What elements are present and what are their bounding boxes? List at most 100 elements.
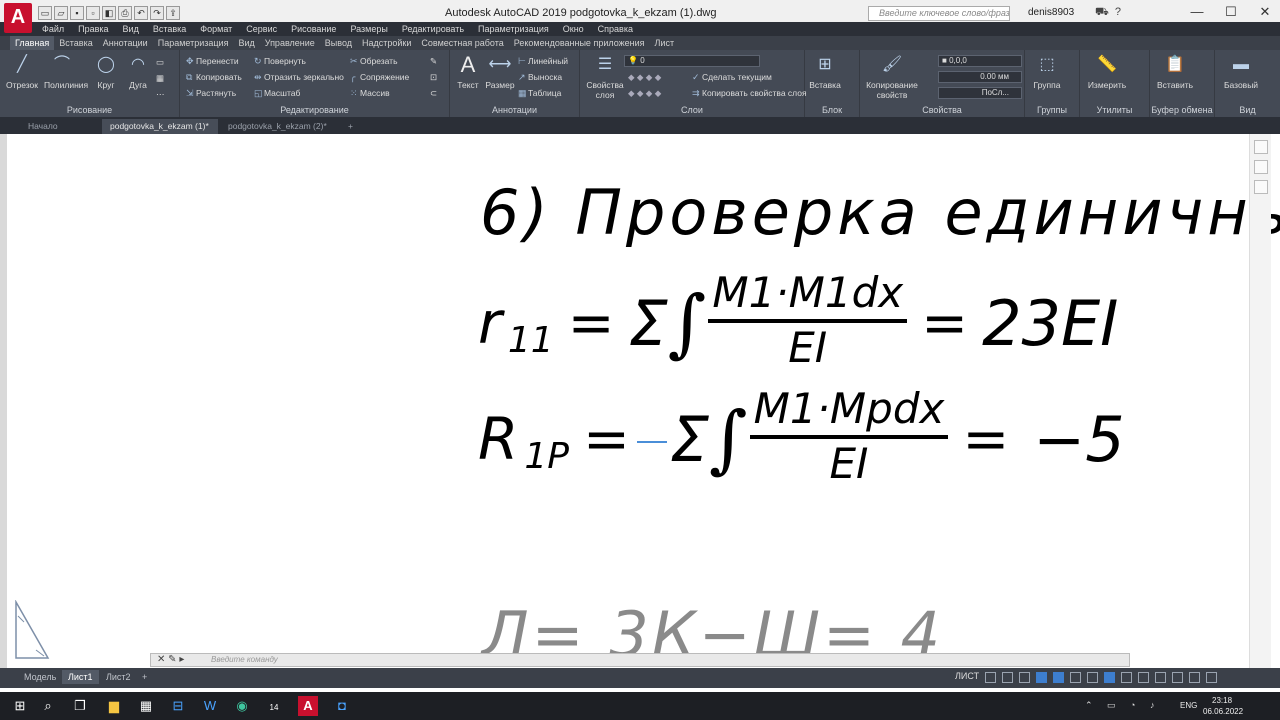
ribbon-tab-4[interactable]: Вид — [233, 36, 259, 50]
make-current-button[interactable]: ✓ Сделать текущим — [692, 71, 772, 83]
menu-item-11[interactable]: Справка — [598, 22, 633, 36]
menu-item-2[interactable]: Вид — [123, 22, 139, 36]
menu-item-4[interactable]: Формат — [200, 22, 232, 36]
autocad-taskbar-icon[interactable]: A — [298, 696, 318, 716]
linetype-select[interactable]: ПоСл... — [938, 87, 1022, 99]
search-input[interactable]: Введите ключевое слово/фразу — [868, 6, 1010, 21]
line-button[interactable]: ╱ Отрезок — [4, 53, 40, 90]
menu-item-10[interactable]: Окно — [563, 22, 584, 36]
open-file-icon[interactable]: ▱ — [54, 6, 68, 20]
copy-button[interactable]: ⧉ Копировать — [186, 71, 242, 83]
save-icon[interactable]: ▪ — [70, 6, 84, 20]
array-button[interactable]: ⁙ Массив — [350, 87, 390, 99]
steering-wheel-icon[interactable] — [1253, 140, 1268, 154]
clock-time[interactable]: 23:18 — [1212, 696, 1232, 705]
workspace-icon[interactable] — [1121, 672, 1132, 683]
modify-panel-title[interactable]: Редактирование — [180, 105, 449, 115]
fillet-button[interactable]: ╭ Сопряжение — [350, 71, 409, 83]
redo-icon[interactable]: ↷ — [150, 6, 164, 20]
task-view-icon[interactable]: ❐ — [70, 696, 90, 716]
match-properties-button[interactable]: 🖌 Копирование свойств — [866, 53, 918, 100]
zoom-app-icon[interactable]: ◘ — [332, 696, 352, 716]
properties-panel-title[interactable]: Свойства — [860, 105, 1024, 115]
autocad-logo-icon[interactable]: A — [4, 3, 32, 33]
layout-tab-model[interactable]: Модель — [18, 670, 62, 684]
menu-item-1[interactable]: Правка — [78, 22, 108, 36]
scale-button[interactable]: ◱Масштаб — [254, 87, 300, 99]
trim-button[interactable]: ✂ Обрезать — [350, 55, 398, 67]
ribbon-tab-2[interactable]: Аннотации — [98, 36, 153, 50]
quick-props-icon[interactable] — [1155, 672, 1166, 683]
new-tab-icon[interactable]: + — [340, 119, 360, 134]
menu-item-8[interactable]: Редактировать — [402, 22, 464, 36]
paste-button[interactable]: 📋 Вставить — [1154, 53, 1196, 90]
calculator-icon[interactable]: ▦ — [136, 696, 156, 716]
leader-button[interactable]: ↗ Выноска — [518, 71, 562, 83]
polyline-button[interactable]: ⌒ Полилиния — [44, 53, 88, 90]
isolate-icon[interactable] — [1172, 672, 1183, 683]
ribbon-tab-10[interactable]: Лист — [650, 36, 680, 50]
ribbon-tab-5[interactable]: Управление — [260, 36, 320, 50]
units-icon[interactable] — [1138, 672, 1149, 683]
new-file-icon[interactable]: ▭ — [38, 6, 52, 20]
plot-icon[interactable]: ⎙ — [118, 6, 132, 20]
ribbon-tab-8[interactable]: Совместная работа — [416, 36, 508, 50]
drawing-canvas[interactable]: 6) Проверка единичных r 11 = Σ ∫ M1·M1dx… — [0, 134, 1280, 668]
menu-item-3[interactable]: Вставка — [153, 22, 186, 36]
customize-icon[interactable] — [1206, 672, 1217, 683]
menu-item-9[interactable]: Параметризация — [478, 22, 549, 36]
annotation-panel-title[interactable]: Аннотации — [450, 105, 579, 115]
layout-tab-sheet2[interactable]: Лист2 — [100, 670, 137, 684]
clock-date[interactable]: 06.06.2022 — [1203, 707, 1243, 716]
doc-tab-second[interactable]: podgotovka_k_ekzam (2)* — [220, 119, 338, 134]
offset-icon[interactable]: ⊂ — [430, 87, 437, 99]
doc-tab-start[interactable]: Начало — [20, 119, 102, 134]
fullscreen-icon[interactable] — [1189, 672, 1200, 683]
osnap-icon[interactable] — [1036, 672, 1047, 683]
share-icon[interactable]: ⇪ — [166, 6, 180, 20]
circle-button[interactable]: ◯ Круг — [88, 53, 124, 90]
color-select[interactable]: ■ 0,0,0 — [938, 55, 1022, 67]
windows-start-icon[interactable]: ⊞ — [10, 696, 30, 716]
text-button[interactable]: A Текст — [450, 53, 486, 91]
layers-panel-title[interactable]: Слои — [580, 105, 804, 115]
more-draw-icon[interactable]: ⋯ — [156, 88, 165, 100]
language-indicator[interactable]: ENG — [1180, 701, 1197, 710]
match-layer-button[interactable]: ⇉ Копировать свойства слоя — [692, 87, 807, 99]
snap-icon[interactable] — [985, 672, 996, 683]
menu-item-7[interactable]: Размеры — [350, 22, 387, 36]
web-save-icon[interactable]: ◧ — [102, 6, 116, 20]
app-badge-icon[interactable]: 14 — [264, 696, 284, 716]
draw-panel-title[interactable]: Рисование — [0, 105, 179, 115]
view-panel-title[interactable]: Вид — [1215, 105, 1280, 115]
word-icon[interactable]: W — [200, 696, 220, 716]
hatch-icon[interactable]: ▦ — [156, 72, 164, 84]
pan-icon[interactable] — [1253, 160, 1268, 174]
lineweight-select[interactable]: 0.00 мм — [938, 71, 1022, 83]
command-close-icon[interactable]: ✕ ✎ ▸ — [157, 654, 184, 666]
explode-icon[interactable]: ⊡ — [430, 71, 437, 83]
insert-block-button[interactable]: ⊞ Вставка — [807, 53, 843, 90]
system-tray[interactable]: ⌃ ▭ ◔ ♪ — [1085, 700, 1160, 711]
clipboard-panel-title[interactable]: Буфер обмена — [1150, 105, 1214, 115]
zoom-icon[interactable] — [1253, 180, 1268, 194]
help-icon[interactable]: ? — [1115, 6, 1127, 18]
mirror-button[interactable]: ⇹ Отразить зеркально — [254, 71, 344, 83]
menu-item-0[interactable]: Файл — [42, 22, 64, 36]
ribbon-tab-0[interactable]: Главная — [10, 36, 55, 50]
undo-icon[interactable]: ↶ — [134, 6, 148, 20]
layer-tools-row[interactable]: ◆ ◆ ◆ ◆ — [628, 71, 661, 83]
minimize-icon[interactable]: — — [1180, 0, 1214, 24]
add-layout-icon[interactable]: + — [136, 670, 153, 684]
annotation-icon[interactable] — [1104, 672, 1115, 683]
menu-item-5[interactable]: Сервис — [246, 22, 277, 36]
transparency-icon[interactable] — [1087, 672, 1098, 683]
layer-select[interactable]: 💡 0 — [624, 55, 760, 67]
ortho-icon[interactable] — [1002, 672, 1013, 683]
save-as-icon[interactable]: ▫ — [86, 6, 100, 20]
lineweight-icon[interactable] — [1070, 672, 1081, 683]
base-view-button[interactable]: ▬ Базовый — [1219, 53, 1263, 90]
utilities-panel-title[interactable]: Утилиты — [1080, 105, 1149, 115]
layer-tools-row-2[interactable]: ◆ ◆ ◆ ◆ — [628, 87, 661, 99]
polar-icon[interactable] — [1019, 672, 1030, 683]
